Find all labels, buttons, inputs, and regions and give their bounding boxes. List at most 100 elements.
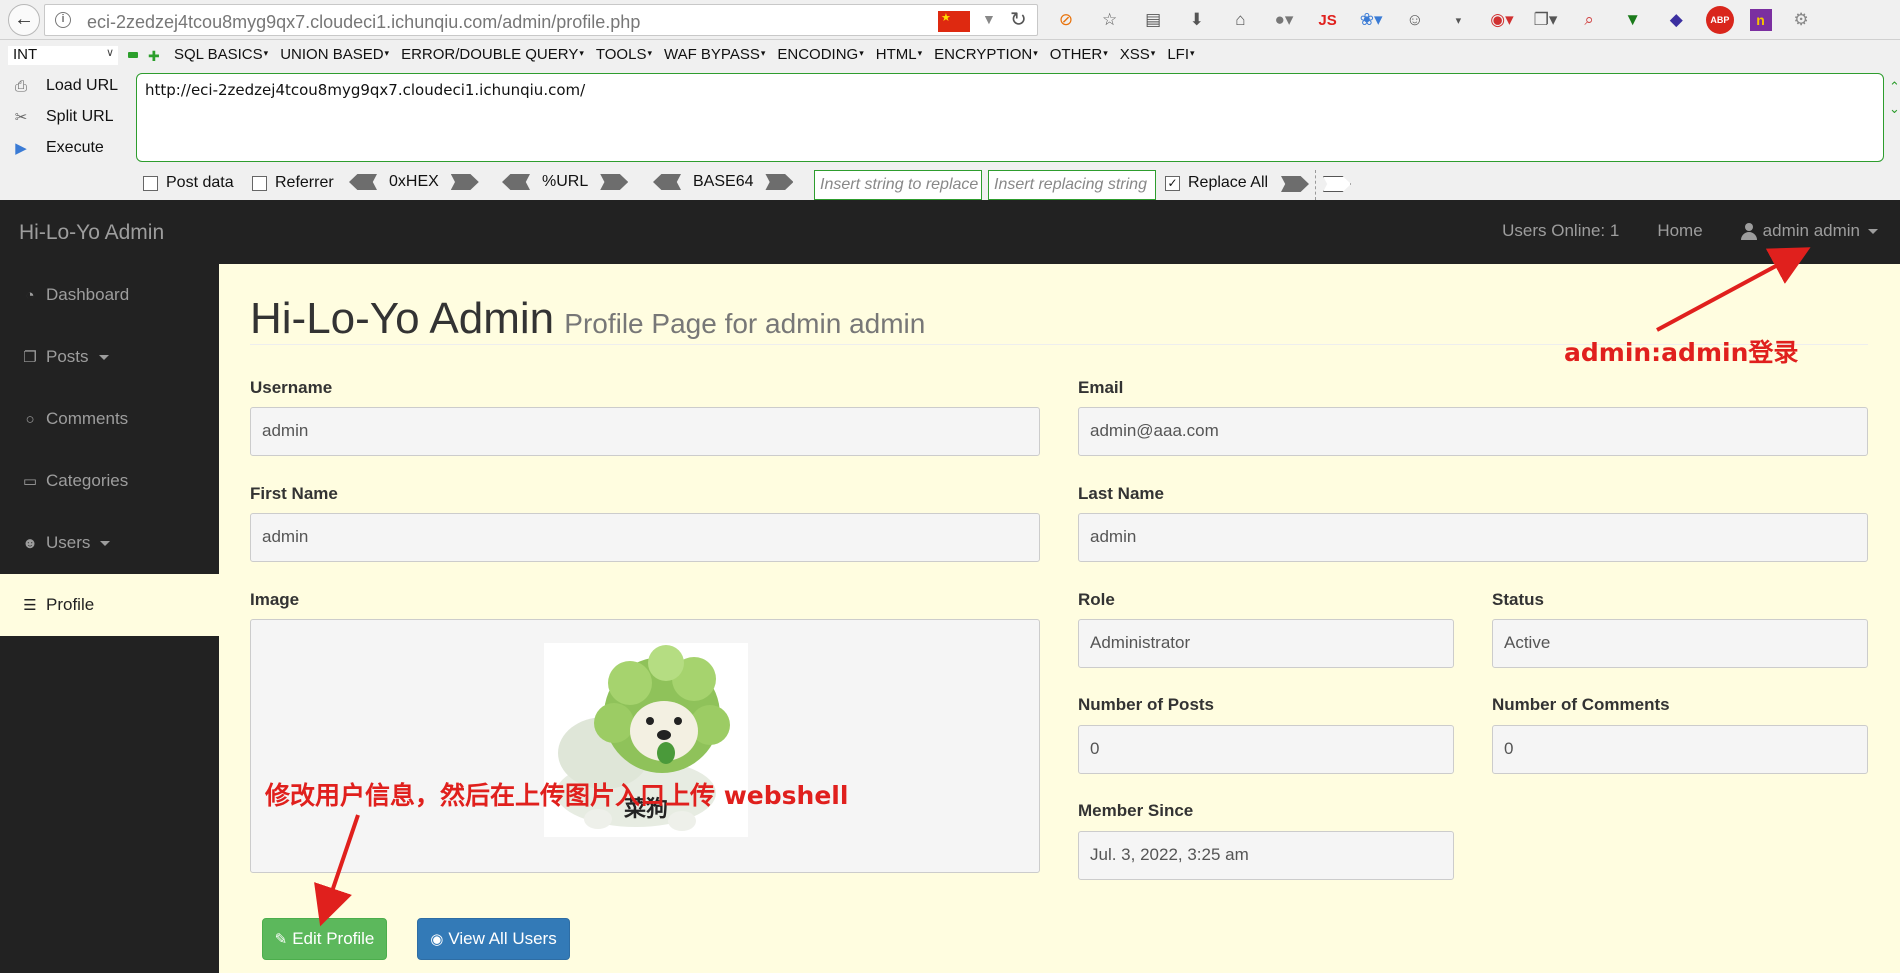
menu-tools[interactable]: TOOLS: [596, 46, 652, 63]
palette-icon[interactable]: ☺: [1401, 6, 1429, 34]
abp-icon[interactable]: ABP: [1705, 6, 1734, 34]
sidebar-item-dashboard[interactable]: ◔ Dashboard: [0, 264, 219, 326]
menu-html[interactable]: HTML: [876, 46, 922, 63]
separator: [1315, 170, 1316, 200]
menu-union-based[interactable]: UNION BASED: [280, 46, 389, 63]
base64-encode-button[interactable]: [765, 174, 794, 190]
resize-handle-icon[interactable]: ⌃ ⌄: [1889, 76, 1900, 120]
hex-decode-button[interactable]: [349, 174, 377, 190]
app-navbar: Hi-Lo-Yo Admin Users Online: 1 Home admi…: [0, 200, 1900, 264]
block-icon[interactable]: ⊘: [1052, 6, 1080, 34]
search-addon-icon[interactable]: ⌕: [1575, 6, 1603, 34]
menu-error-double-query[interactable]: ERROR/DOUBLE QUERY: [401, 46, 584, 63]
sidebar-item-users[interactable]: ☻ Users: [0, 512, 219, 574]
extension-icon[interactable]: ❀▾: [1357, 6, 1385, 34]
reader-icon[interactable]: ▤: [1139, 6, 1167, 34]
brand-link[interactable]: Hi-Lo-Yo Admin: [19, 221, 164, 245]
browser-extension-icons: ⊘ ☆ ▤ ⬇ ⌂ ●▾ JS ❀▾ ☺ ▾ ◉▾ ❐▾ ⌕ ▼ ◆ ABP n…: [1052, 6, 1831, 34]
info-icon[interactable]: i: [55, 12, 71, 28]
sidebar-item-categories[interactable]: ▭ Categories: [0, 450, 219, 512]
menu-encryption[interactable]: ENCRYPTION: [934, 46, 1038, 63]
menu-sql-basics[interactable]: SQL BASICS: [174, 46, 268, 63]
member-since-field[interactable]: Jul. 3, 2022, 3:25 am: [1078, 831, 1454, 880]
plus-icon[interactable]: ✚: [148, 48, 160, 65]
menu-lfi[interactable]: LFI: [1167, 46, 1194, 63]
referrer-checkbox[interactable]: Referrer: [252, 174, 334, 192]
edit-profile-button[interactable]: ✎ Edit Profile: [262, 918, 387, 960]
replace-next-button[interactable]: [1323, 176, 1351, 192]
execute-button[interactable]: ▶ Execute: [10, 136, 104, 160]
replace-go-button[interactable]: [1281, 176, 1309, 192]
js-icon[interactable]: JS: [1314, 6, 1342, 34]
home-icon[interactable]: ⌂: [1226, 6, 1254, 34]
screenshot-icon[interactable]: ❐▾: [1532, 6, 1560, 34]
email-field[interactable]: admin@aaa.com: [1078, 407, 1868, 456]
login-annotation: admin:admin登录: [1564, 338, 1799, 367]
address-text[interactable]: eci-2zedzej4tcou8myg9qx7.cloudeci1.ichun…: [87, 12, 640, 33]
download-icon[interactable]: ⬇: [1183, 6, 1211, 34]
post-data-box[interactable]: [143, 175, 158, 191]
users-online-link[interactable]: Users Online: 1: [1502, 221, 1619, 241]
sidebar-item-label: Profile: [46, 595, 95, 614]
replace-all-box[interactable]: ✓: [1165, 175, 1180, 191]
urlenc-label: %URL: [542, 173, 589, 190]
split-url-button[interactable]: ✂ Split URL: [10, 105, 114, 129]
menu-waf-bypass[interactable]: WAF BYPASS: [664, 46, 765, 63]
user-icon: [1740, 222, 1757, 240]
posts-count-field[interactable]: 0: [1078, 725, 1454, 774]
addon-icon[interactable]: ◉▾: [1488, 6, 1516, 34]
sidebar-item-label: Dashboard: [46, 285, 130, 304]
pencil-icon: ✎: [274, 931, 288, 948]
eye-icon: ◉: [430, 931, 444, 948]
home-link[interactable]: Home: [1657, 221, 1702, 241]
sidebar-item-posts[interactable]: ❐ Posts: [0, 326, 219, 388]
address-bar[interactable]: i eci-2zedzej4tcou8myg9qx7.cloudeci1.ich…: [44, 4, 1038, 36]
minus-icon[interactable]: [128, 52, 138, 58]
settings-icon[interactable]: ⚙: [1787, 6, 1815, 34]
type-select[interactable]: INT ∨: [8, 46, 118, 65]
load-url-icon: ⎙: [14, 77, 27, 95]
sidebar-item-comments[interactable]: ○ Comments: [0, 388, 219, 450]
first-name-label: First Name: [250, 484, 338, 503]
hex-encode-button[interactable]: [450, 174, 479, 190]
status-field[interactable]: Active: [1492, 619, 1868, 668]
menu-other[interactable]: OTHER: [1050, 46, 1108, 63]
first-name-field[interactable]: admin: [250, 513, 1040, 562]
globe-icon[interactable]: ●▾: [1270, 6, 1298, 34]
menu-encoding[interactable]: ENCODING: [777, 46, 863, 63]
replacing-string-input[interactable]: Insert replacing string: [988, 170, 1156, 200]
hackbar-menu-items: SQL BASICS UNION BASED ERROR/DOUBLE QUER…: [174, 46, 1207, 63]
shield-icon[interactable]: ▼: [1619, 6, 1647, 34]
replace-string-input[interactable]: Insert string to replace: [814, 170, 982, 200]
replace-all-checkbox[interactable]: ✓ Replace All: [1165, 174, 1268, 192]
hackbar-url-textarea[interactable]: http://eci-2zedzej4tcou8myg9qx7.cloudeci…: [136, 73, 1884, 162]
user-menu[interactable]: admin admin: [1740, 221, 1878, 241]
comments-count-field[interactable]: 0: [1492, 725, 1868, 774]
menu-dropdown-icon[interactable]: ▾: [1444, 6, 1472, 34]
referrer-box[interactable]: [252, 175, 267, 191]
user-menu-label: admin admin: [1762, 221, 1860, 240]
star-icon[interactable]: ☆: [1096, 6, 1124, 34]
base64-decode-button[interactable]: [653, 174, 681, 190]
hex-label: 0xHEX: [389, 173, 439, 190]
page-subtitle: Profile Page for admin admin: [564, 308, 926, 339]
chevron-down-icon[interactable]: ▼: [982, 11, 996, 27]
reload-icon[interactable]: ↻: [1010, 7, 1027, 32]
post-data-checkbox[interactable]: Post data: [143, 174, 234, 192]
load-url-button[interactable]: ⎙ Load URL: [10, 74, 118, 98]
caret-down-icon: [98, 354, 109, 360]
username-field[interactable]: admin: [250, 407, 1040, 456]
url-encode-button[interactable]: [600, 174, 629, 190]
role-field[interactable]: Administrator: [1078, 619, 1454, 668]
view-all-users-button[interactable]: ◉ View All Users: [417, 918, 570, 960]
post-data-label: Post data: [166, 174, 234, 191]
n-icon[interactable]: n: [1749, 9, 1772, 31]
url-decode-button[interactable]: [502, 174, 530, 190]
image-field[interactable]: 菜狗: [250, 619, 1040, 873]
menu-xss[interactable]: XSS: [1120, 46, 1156, 63]
last-name-field[interactable]: admin: [1078, 513, 1868, 562]
hackbar-menu: INT ∨ ✚ SQL BASICS UNION BASED ERROR/DOU…: [0, 44, 1900, 66]
sidebar-item-profile[interactable]: ☰ Profile: [0, 574, 219, 636]
cube-icon[interactable]: ◆: [1662, 6, 1690, 34]
back-button[interactable]: ←: [8, 4, 40, 36]
